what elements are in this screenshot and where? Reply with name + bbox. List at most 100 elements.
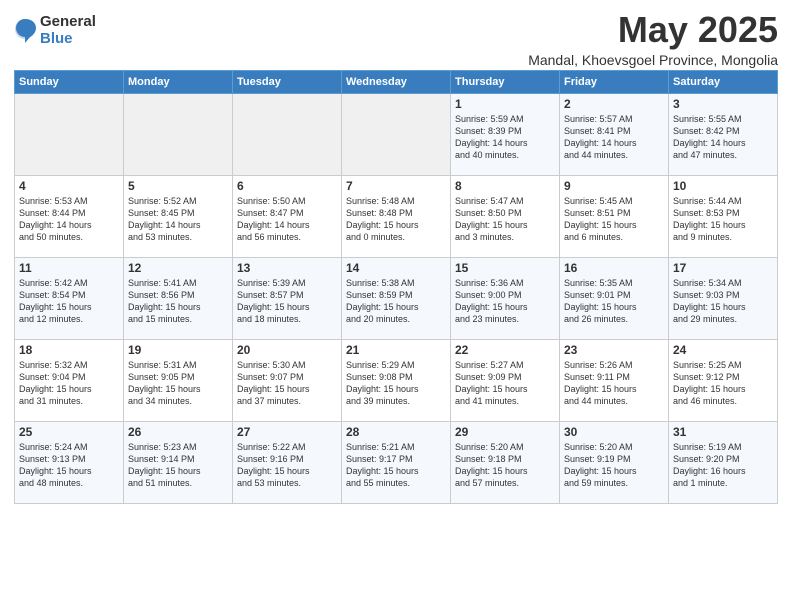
calendar-cell: 20 Sunrise: 5:30 AM Sunset: 9:07 PM Dayli… — [233, 339, 342, 421]
col-tuesday: Tuesday — [233, 70, 342, 93]
cell-content: Sunrise: 5:23 AM Sunset: 9:14 PM Dayligh… — [128, 441, 228, 490]
day-number: 16 — [564, 261, 664, 275]
cell-content: Sunrise: 5:41 AM Sunset: 8:56 PM Dayligh… — [128, 277, 228, 326]
day-number: 11 — [19, 261, 119, 275]
col-saturday: Saturday — [669, 70, 778, 93]
calendar-body: 1 Sunrise: 5:59 AM Sunset: 8:39 PM Daylig… — [15, 93, 778, 503]
cell-content: Sunrise: 5:29 AM Sunset: 9:08 PM Dayligh… — [346, 359, 446, 408]
calendar-cell: 31 Sunrise: 5:19 AM Sunset: 9:20 PM Dayli… — [669, 421, 778, 503]
cell-content: Sunrise: 5:36 AM Sunset: 9:00 PM Dayligh… — [455, 277, 555, 326]
col-wednesday: Wednesday — [342, 70, 451, 93]
title-block: May 2025 Mandal, Khoevsgoel Province, Mo… — [528, 10, 778, 68]
cell-content: Sunrise: 5:24 AM Sunset: 9:13 PM Dayligh… — [19, 441, 119, 490]
calendar-cell: 25 Sunrise: 5:24 AM Sunset: 9:13 PM Dayli… — [15, 421, 124, 503]
calendar-cell: 19Sunrise: 5:31 AM Sunset: 9:05 PM Dayli… — [124, 339, 233, 421]
calendar-cell — [124, 93, 233, 175]
calendar-cell: 22 Sunrise: 5:27 AM Sunset: 9:09 PM Dayli… — [451, 339, 560, 421]
day-number: 14 — [346, 261, 446, 275]
day-number: 4 — [19, 179, 119, 193]
day-number: 1 — [455, 97, 555, 111]
day-number: 27 — [237, 425, 337, 439]
col-friday: Friday — [560, 70, 669, 93]
calendar-cell: 29 Sunrise: 5:20 AM Sunset: 9:18 PM Dayli… — [451, 421, 560, 503]
day-number: 30 — [564, 425, 664, 439]
cell-content: Sunrise: 5:53 AM Sunset: 8:44 PM Dayligh… — [19, 195, 119, 244]
calendar-cell: 28Sunrise: 5:21 AM Sunset: 9:17 PM Dayli… — [342, 421, 451, 503]
calendar-cell: 5Sunrise: 5:52 AM Sunset: 8:45 PM Daylig… — [124, 175, 233, 257]
calendar-cell: 10 Sunrise: 5:44 AM Sunset: 8:53 PM Dayli… — [669, 175, 778, 257]
cell-content: Sunrise: 5:38 AM Sunset: 8:59 PM Dayligh… — [346, 277, 446, 326]
cell-content: Sunrise: 5:30 AM Sunset: 9:07 PM Dayligh… — [237, 359, 337, 408]
calendar-table: Sunday Monday Tuesday Wednesday Thursday… — [14, 70, 778, 504]
calendar-cell: 23Sunrise: 5:26 AM Sunset: 9:11 PM Dayli… — [560, 339, 669, 421]
day-number: 31 — [673, 425, 773, 439]
cell-content: Sunrise: 5:25 AM Sunset: 9:12 PM Dayligh… — [673, 359, 773, 408]
cell-content: Sunrise: 5:47 AM Sunset: 8:50 PM Dayligh… — [455, 195, 555, 244]
calendar-cell: 18Sunrise: 5:32 AM Sunset: 9:04 PM Dayli… — [15, 339, 124, 421]
day-number: 12 — [128, 261, 228, 275]
col-thursday: Thursday — [451, 70, 560, 93]
day-number: 29 — [455, 425, 555, 439]
header-row-days: Sunday Monday Tuesday Wednesday Thursday… — [15, 70, 778, 93]
day-number: 13 — [237, 261, 337, 275]
calendar-cell: 16 Sunrise: 5:35 AM Sunset: 9:01 PM Dayli… — [560, 257, 669, 339]
col-sunday: Sunday — [15, 70, 124, 93]
day-number: 8 — [455, 179, 555, 193]
day-number: 3 — [673, 97, 773, 111]
calendar-cell — [15, 93, 124, 175]
cell-content: Sunrise: 5:57 AM Sunset: 8:41 PM Dayligh… — [564, 113, 664, 162]
day-number: 2 — [564, 97, 664, 111]
day-number: 21 — [346, 343, 446, 357]
cell-content: Sunrise: 5:22 AM Sunset: 9:16 PM Dayligh… — [237, 441, 337, 490]
calendar-cell: 6Sunrise: 5:50 AM Sunset: 8:47 PM Daylig… — [233, 175, 342, 257]
calendar-container: General Blue May 2025 Mandal, Khoevsgoel… — [0, 0, 792, 512]
calendar-cell — [233, 93, 342, 175]
day-number: 25 — [19, 425, 119, 439]
day-number: 7 — [346, 179, 446, 193]
cell-content: Sunrise: 5:21 AM Sunset: 9:17 PM Dayligh… — [346, 441, 446, 490]
calendar-cell: 1 Sunrise: 5:59 AM Sunset: 8:39 PM Daylig… — [451, 93, 560, 175]
calendar-week-3: 11Sunrise: 5:42 AM Sunset: 8:54 PM Dayli… — [15, 257, 778, 339]
calendar-cell — [342, 93, 451, 175]
cell-content: Sunrise: 5:20 AM Sunset: 9:19 PM Dayligh… — [564, 441, 664, 490]
day-number: 20 — [237, 343, 337, 357]
day-number: 26 — [128, 425, 228, 439]
calendar-week-1: 1 Sunrise: 5:59 AM Sunset: 8:39 PM Daylig… — [15, 93, 778, 175]
calendar-cell: 14 Sunrise: 5:38 AM Sunset: 8:59 PM Dayli… — [342, 257, 451, 339]
logo-general-text: General — [40, 14, 96, 31]
cell-content: Sunrise: 5:59 AM Sunset: 8:39 PM Dayligh… — [455, 113, 555, 162]
calendar-cell: 4 Sunrise: 5:53 AM Sunset: 8:44 PM Daylig… — [15, 175, 124, 257]
subtitle: Mandal, Khoevsgoel Province, Mongolia — [528, 52, 778, 68]
logo-icon — [14, 17, 36, 45]
logo-blue-text: Blue — [40, 31, 96, 48]
day-number: 5 — [128, 179, 228, 193]
logo-text: General Blue — [40, 14, 96, 47]
day-number: 15 — [455, 261, 555, 275]
col-monday: Monday — [124, 70, 233, 93]
cell-content: Sunrise: 5:19 AM Sunset: 9:20 PM Dayligh… — [673, 441, 773, 490]
cell-content: Sunrise: 5:20 AM Sunset: 9:18 PM Dayligh… — [455, 441, 555, 490]
day-number: 9 — [564, 179, 664, 193]
cell-content: Sunrise: 5:39 AM Sunset: 8:57 PM Dayligh… — [237, 277, 337, 326]
calendar-cell: 27 Sunrise: 5:22 AM Sunset: 9:16 PM Dayli… — [233, 421, 342, 503]
cell-content: Sunrise: 5:27 AM Sunset: 9:09 PM Dayligh… — [455, 359, 555, 408]
day-number: 10 — [673, 179, 773, 193]
cell-content: Sunrise: 5:55 AM Sunset: 8:42 PM Dayligh… — [673, 113, 773, 162]
calendar-cell: 3 Sunrise: 5:55 AM Sunset: 8:42 PM Daylig… — [669, 93, 778, 175]
calendar-cell: 21 Sunrise: 5:29 AM Sunset: 9:08 PM Dayli… — [342, 339, 451, 421]
cell-content: Sunrise: 5:48 AM Sunset: 8:48 PM Dayligh… — [346, 195, 446, 244]
day-number: 23 — [564, 343, 664, 357]
calendar-cell: 2 Sunrise: 5:57 AM Sunset: 8:41 PM Daylig… — [560, 93, 669, 175]
cell-content: Sunrise: 5:31 AM Sunset: 9:05 PM Dayligh… — [128, 359, 228, 408]
cell-content: Sunrise: 5:50 AM Sunset: 8:47 PM Dayligh… — [237, 195, 337, 244]
month-title: May 2025 — [528, 10, 778, 50]
cell-content: Sunrise: 5:35 AM Sunset: 9:01 PM Dayligh… — [564, 277, 664, 326]
calendar-week-4: 18Sunrise: 5:32 AM Sunset: 9:04 PM Dayli… — [15, 339, 778, 421]
day-number: 24 — [673, 343, 773, 357]
calendar-cell: 7 Sunrise: 5:48 AM Sunset: 8:48 PM Daylig… — [342, 175, 451, 257]
calendar-cell: 8 Sunrise: 5:47 AM Sunset: 8:50 PM Daylig… — [451, 175, 560, 257]
cell-content: Sunrise: 5:44 AM Sunset: 8:53 PM Dayligh… — [673, 195, 773, 244]
day-number: 22 — [455, 343, 555, 357]
calendar-cell: 12 Sunrise: 5:41 AM Sunset: 8:56 PM Dayli… — [124, 257, 233, 339]
calendar-week-2: 4 Sunrise: 5:53 AM Sunset: 8:44 PM Daylig… — [15, 175, 778, 257]
